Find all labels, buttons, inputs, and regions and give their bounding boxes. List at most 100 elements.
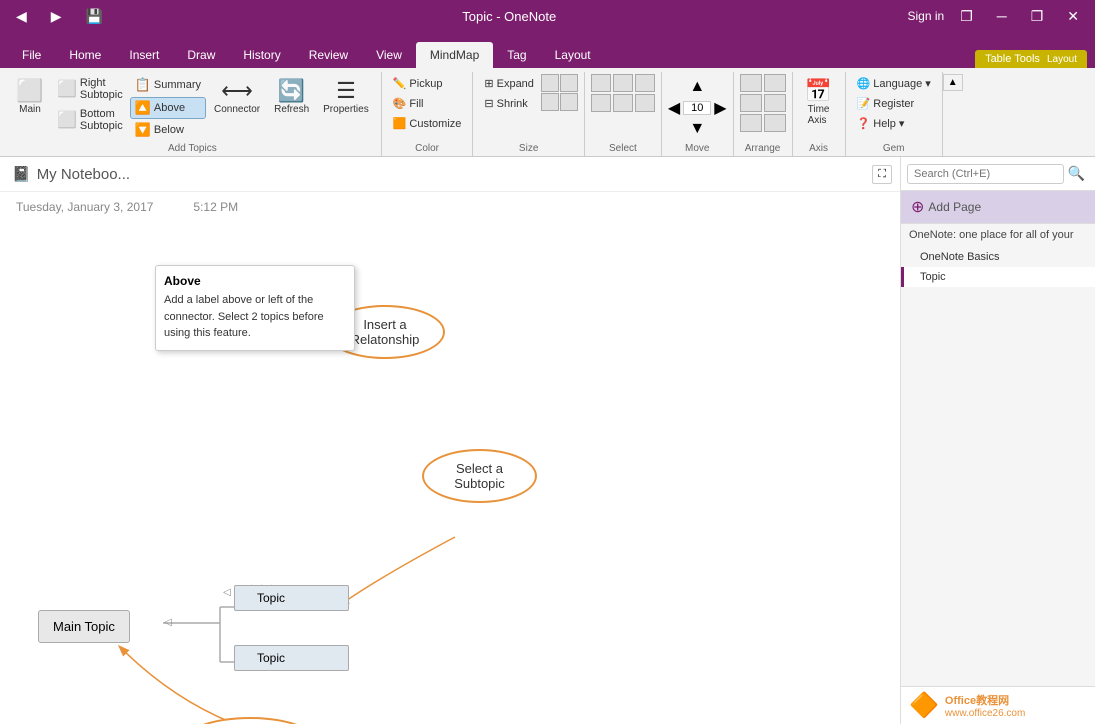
move-value-input[interactable] [683, 101, 711, 115]
back-button[interactable]: ◀ [8, 6, 35, 27]
language-icon: 🌐 [857, 77, 871, 90]
arr-2[interactable] [764, 74, 786, 92]
topic-node-2[interactable]: Topic [234, 645, 349, 671]
size-grid [541, 74, 578, 111]
select-grid [591, 74, 655, 112]
search-input[interactable] [907, 164, 1064, 184]
sel-5[interactable] [613, 94, 633, 112]
canvas-meta: Tuesday, January 3, 2017 5:12 PM [0, 192, 900, 222]
collapse-ribbon-button[interactable]: ▲ [943, 74, 963, 91]
move-right-button[interactable]: ▶ [714, 98, 726, 118]
refresh-icon: 🔄 [278, 78, 305, 104]
main-topic-node[interactable]: Main Topic [38, 610, 130, 643]
right-subtopic-button[interactable]: ⬜ RightSubtopic [52, 74, 128, 104]
size-grid-item-4[interactable] [560, 93, 578, 111]
properties-button[interactable]: ☰ Properties [317, 74, 375, 119]
customize-button[interactable]: 🟧 Customize [388, 114, 467, 133]
pickup-label: Pickup [409, 78, 442, 90]
refresh-button[interactable]: 🔄 Refresh [268, 74, 315, 119]
save-button[interactable]: 💾 [78, 6, 111, 27]
search-button[interactable]: 🔍 [1064, 163, 1089, 184]
topic1-label: Topic [257, 591, 285, 605]
shrink-button[interactable]: ⊟ Shrink [479, 94, 539, 113]
window-mode-button[interactable]: ❐ [952, 6, 981, 27]
sidebar-page-basics[interactable]: OneNote Basics [901, 247, 1095, 267]
sel-3[interactable] [635, 74, 655, 92]
tab-mindmap[interactable]: MindMap [416, 42, 493, 68]
sel-2[interactable] [613, 74, 633, 92]
forward-button[interactable]: ▶ [43, 6, 70, 27]
tab-draw[interactable]: Draw [173, 42, 229, 68]
move-down-button[interactable]: ▼ [689, 120, 705, 138]
sidebar-page-topic[interactable]: Topic [901, 267, 1095, 287]
arr-1[interactable] [740, 74, 762, 92]
canvas-time: 5:12 PM [193, 200, 238, 214]
gem-col: 🌐 Language ▾ 📝 Register ❓ Help ▾ [852, 74, 936, 133]
close-button[interactable]: ✕ [1059, 6, 1087, 27]
topic-node-1[interactable]: Topic [234, 585, 349, 611]
expand-button[interactable]: ⊞ Expand [479, 74, 539, 93]
pickup-icon: ✏️ [393, 77, 407, 90]
table-tools-tab[interactable]: Table Tools Layout [975, 50, 1087, 68]
connector-button[interactable]: ⟷ Connector [208, 74, 266, 119]
group-color: ✏️ Pickup 🎨 Fill 🟧 Customize Color [382, 72, 474, 156]
ribbon: File Home Insert Draw History Review Vie… [0, 32, 1095, 157]
size-grid-item-2[interactable] [560, 74, 578, 92]
main-topic-label: Main Topic [53, 619, 115, 634]
above-icon: 🔼 [135, 100, 151, 116]
help-button[interactable]: ❓ Help ▾ [852, 114, 936, 133]
expand-icon: ⊞ [484, 77, 493, 90]
tab-tag[interactable]: Tag [493, 42, 540, 68]
size-grid-item-1[interactable] [541, 74, 559, 92]
time-axis-icon: 📅 [805, 78, 832, 104]
group-add-topics: ⬜ Main ⬜ RightSubtopic ⬜ BottomSubtopic [4, 72, 382, 156]
app-title: Topic - OneNote [111, 9, 908, 24]
arr-6[interactable] [764, 114, 786, 132]
language-button[interactable]: 🌐 Language ▾ [852, 74, 936, 93]
summary-button[interactable]: 📋 Summary [130, 74, 206, 96]
minimize-button[interactable]: ─ [989, 6, 1015, 26]
sel-1[interactable] [591, 74, 611, 92]
layout-sub-tab[interactable]: Layout [1047, 54, 1077, 65]
bottom-subtopic-button[interactable]: ⬜ BottomSubtopic [52, 105, 128, 135]
sidebar-section-onenote[interactable]: OneNote: one place for all of your [901, 224, 1095, 247]
register-icon: 📝 [857, 97, 871, 110]
pickup-button[interactable]: ✏️ Pickup [388, 74, 467, 93]
register-button[interactable]: 📝 Register [852, 94, 936, 113]
add-page-button[interactable]: ⊕ Add Page [901, 191, 1095, 224]
tab-review[interactable]: Review [295, 42, 362, 68]
arrow-node-2: ◁ [164, 617, 172, 628]
group-gem: 🌐 Language ▾ 📝 Register ❓ Help ▾ Gem [846, 72, 943, 156]
add-topics-items: ⬜ Main ⬜ RightSubtopic ⬜ BottomSubtopic [10, 74, 375, 141]
time-axis-button[interactable]: 📅 TimeAxis [799, 74, 839, 130]
expand-canvas-button[interactable]: ⛶ [872, 165, 892, 184]
below-button[interactable]: 🔽 Below [130, 119, 206, 141]
tab-layout[interactable]: Layout [541, 42, 605, 68]
right-subtopic-label: RightSubtopic [80, 77, 123, 101]
restore-button[interactable]: ❐ [1023, 6, 1052, 27]
select-parent-topic-tooltip: Select a Parent Topic [180, 717, 320, 724]
move-col: ▲ ◀ ▶ ▼ [668, 78, 727, 138]
signin-label[interactable]: Sign in [908, 9, 945, 23]
tab-view[interactable]: View [362, 42, 416, 68]
tab-file[interactable]: File [8, 42, 55, 68]
size-grid-item-3[interactable] [541, 93, 559, 111]
tab-history[interactable]: History [229, 42, 294, 68]
tab-home[interactable]: Home [55, 42, 115, 68]
arr-5[interactable] [740, 114, 762, 132]
main-button[interactable]: ⬜ Main [10, 74, 50, 119]
sel-6[interactable] [635, 94, 655, 112]
fill-button[interactable]: 🎨 Fill [388, 94, 467, 113]
bottom-subtopic-label: BottomSubtopic [80, 108, 123, 132]
tab-insert[interactable]: Insert [115, 42, 173, 68]
sel-4[interactable] [591, 94, 611, 112]
color-label: Color [415, 143, 439, 154]
move-left-button[interactable]: ◀ [668, 98, 680, 118]
group-select: Select [585, 72, 662, 156]
above-button[interactable]: 🔼 Above [130, 97, 206, 119]
arr-4[interactable] [764, 94, 786, 112]
move-up-button[interactable]: ▲ [689, 78, 705, 96]
axis-label: Axis [809, 143, 828, 154]
arr-3[interactable] [740, 94, 762, 112]
select-label: Select [609, 143, 637, 154]
